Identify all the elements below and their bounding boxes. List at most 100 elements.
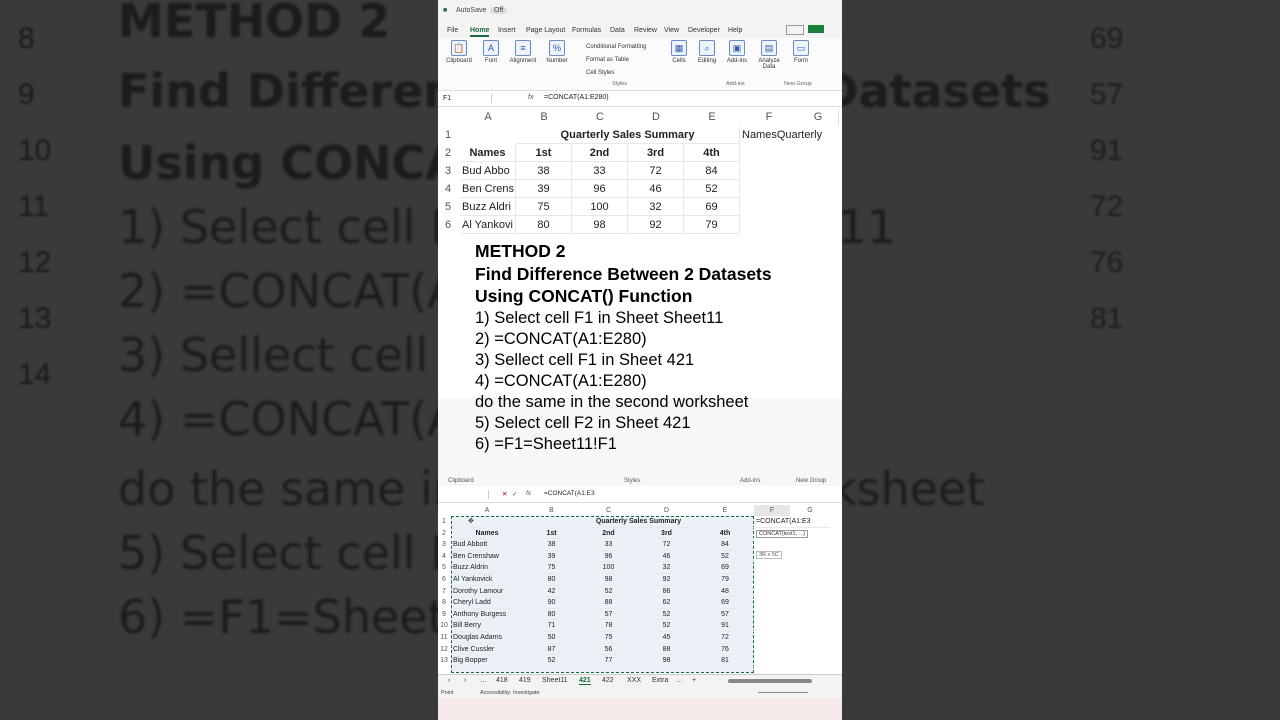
value-cell[interactable]: 32 bbox=[637, 562, 696, 574]
autosave-toggle[interactable]: Off bbox=[490, 7, 508, 14]
clipboard-button[interactable]: 📋 Clipboard bbox=[442, 40, 476, 64]
add-sheet-icon[interactable]: + bbox=[692, 677, 696, 684]
row-header[interactable]: 5 bbox=[438, 562, 450, 574]
value-cell[interactable]: 75 bbox=[580, 632, 637, 644]
row-header[interactable]: 3 bbox=[438, 162, 458, 180]
tab-page-layout[interactable]: Page Layout bbox=[526, 27, 565, 34]
cell-f1[interactable]: NamesQuarterly bbox=[740, 126, 838, 144]
value-cell[interactable]: 62 bbox=[637, 597, 696, 609]
tab-home[interactable]: Home bbox=[470, 27, 490, 37]
value-cell[interactable]: 81 bbox=[696, 655, 754, 667]
column-header[interactable]: E bbox=[684, 108, 741, 126]
value-cell[interactable]: 79 bbox=[696, 574, 754, 586]
tab-insert[interactable]: Insert bbox=[498, 27, 516, 34]
value-cell[interactable]: 46 bbox=[628, 180, 684, 198]
value-cell[interactable]: 52 bbox=[696, 551, 754, 563]
value-cell[interactable]: 39 bbox=[523, 551, 580, 563]
header-cell[interactable]: 2nd bbox=[572, 144, 628, 162]
value-cell[interactable]: 96 bbox=[572, 180, 628, 198]
value-cell[interactable]: 52 bbox=[637, 609, 696, 621]
cell-f1-editing[interactable]: =CONCAT(A1:E3 bbox=[756, 516, 830, 528]
sheet-tab[interactable]: Extra bbox=[652, 677, 668, 684]
more-tabs-icon[interactable]: … bbox=[676, 677, 683, 684]
value-cell[interactable]: 77 bbox=[580, 655, 637, 667]
value-cell[interactable]: 50 bbox=[523, 632, 580, 644]
value-cell[interactable]: 92 bbox=[628, 216, 684, 234]
header-cell[interactable]: 4th bbox=[684, 144, 740, 162]
column-header[interactable]: C bbox=[580, 505, 637, 516]
name-cell[interactable]: Bill Berry bbox=[453, 620, 525, 632]
value-cell[interactable]: 69 bbox=[684, 198, 740, 216]
value-cell[interactable]: 38 bbox=[523, 539, 580, 551]
value-cell[interactable]: 98 bbox=[637, 655, 696, 667]
cell-styles-button[interactable]: Cell Styles bbox=[586, 67, 646, 80]
name-cell[interactable]: Buzz Aldri bbox=[460, 198, 516, 216]
alignment-button[interactable]: ≡ Alignment bbox=[506, 40, 540, 64]
next-sheet-icon[interactable]: › bbox=[464, 677, 466, 684]
value-cell[interactable]: 100 bbox=[580, 562, 637, 574]
name-cell[interactable]: Buzz Aldrin bbox=[453, 562, 525, 574]
column-header[interactable]: D bbox=[628, 108, 685, 126]
row-header[interactable]: 4 bbox=[438, 551, 450, 563]
accessibility-status[interactable]: Accessibility: Investigate bbox=[480, 690, 540, 696]
header-cell[interactable]: 4th bbox=[696, 528, 754, 540]
value-cell[interactable]: 80 bbox=[523, 574, 580, 586]
conditional-formatting-button[interactable]: Conditional Formatting bbox=[586, 41, 646, 54]
formula-input[interactable]: =CONCAT(A1:E280) bbox=[544, 94, 609, 101]
value-cell[interactable]: 56 bbox=[580, 644, 637, 656]
value-cell[interactable]: 33 bbox=[572, 162, 628, 180]
title-cell[interactable]: Quarterly Sales Summary bbox=[516, 126, 740, 144]
value-cell[interactable]: 52 bbox=[580, 586, 637, 598]
value-cell[interactable]: 90 bbox=[523, 597, 580, 609]
value-cell[interactable]: 92 bbox=[637, 574, 696, 586]
value-cell[interactable]: 87 bbox=[523, 644, 580, 656]
tab-view[interactable]: View bbox=[664, 27, 679, 34]
value-cell[interactable]: 33 bbox=[580, 539, 637, 551]
value-cell[interactable]: 84 bbox=[684, 162, 740, 180]
number-button[interactable]: % Number bbox=[540, 40, 574, 64]
row-header[interactable]: 3 bbox=[438, 539, 450, 551]
value-cell[interactable]: 75 bbox=[523, 562, 580, 574]
value-cell[interactable]: 79 bbox=[684, 216, 740, 234]
sheet-tab[interactable]: 419 bbox=[519, 677, 531, 684]
tab-help[interactable]: Help bbox=[728, 27, 742, 34]
fx-icon-2[interactable]: fx bbox=[526, 490, 531, 497]
column-header[interactable]: F bbox=[740, 108, 799, 126]
tab-file[interactable]: File bbox=[447, 27, 458, 34]
value-cell[interactable]: 88 bbox=[637, 644, 696, 656]
title-cell[interactable]: Quarterly Sales Summary bbox=[523, 516, 754, 528]
enter-icon[interactable]: ✓ bbox=[512, 490, 517, 498]
value-cell[interactable]: 71 bbox=[523, 620, 580, 632]
column-header[interactable]: B bbox=[516, 108, 573, 126]
value-cell[interactable]: 45 bbox=[637, 632, 696, 644]
name-cell[interactable]: Clive Cussler bbox=[453, 644, 525, 656]
row-header[interactable]: 9 bbox=[438, 609, 450, 621]
value-cell[interactable]: 80 bbox=[523, 609, 580, 621]
comments-button[interactable] bbox=[786, 25, 804, 35]
name-cell[interactable]: Dorothy Lamour bbox=[453, 586, 525, 598]
row-header[interactable]: 6 bbox=[438, 574, 450, 586]
value-cell[interactable]: 72 bbox=[628, 162, 684, 180]
header-cell[interactable]: 1st bbox=[523, 528, 580, 540]
prev-sheet-icon[interactable]: ‹ bbox=[448, 677, 450, 684]
row-header[interactable]: 2 bbox=[438, 528, 450, 540]
row-header[interactable]: 10 bbox=[438, 620, 450, 632]
value-cell[interactable]: 52 bbox=[684, 180, 740, 198]
tab-formulas[interactable]: Formulas bbox=[572, 27, 601, 34]
header-cell[interactable]: 3rd bbox=[628, 144, 684, 162]
cancel-icon[interactable]: ✕ bbox=[502, 490, 507, 498]
value-cell[interactable]: 98 bbox=[580, 574, 637, 586]
column-header[interactable]: A bbox=[451, 505, 523, 516]
column-header[interactable]: E bbox=[696, 505, 754, 516]
name-cell[interactable]: Ben Crenshaw bbox=[453, 551, 525, 563]
value-cell[interactable]: 78 bbox=[580, 620, 637, 632]
font-button[interactable]: A Font bbox=[474, 40, 508, 64]
row-header[interactable]: 1 bbox=[438, 516, 450, 528]
row-header[interactable]: 11 bbox=[438, 632, 450, 644]
value-cell[interactable]: 69 bbox=[696, 597, 754, 609]
row-header[interactable]: 13 bbox=[438, 655, 450, 667]
value-cell[interactable]: 46 bbox=[637, 551, 696, 563]
sheet-tab[interactable]: 422 bbox=[602, 677, 614, 684]
tab-developer[interactable]: Developer bbox=[688, 27, 720, 34]
sheet-tab[interactable]: 418 bbox=[496, 677, 508, 684]
